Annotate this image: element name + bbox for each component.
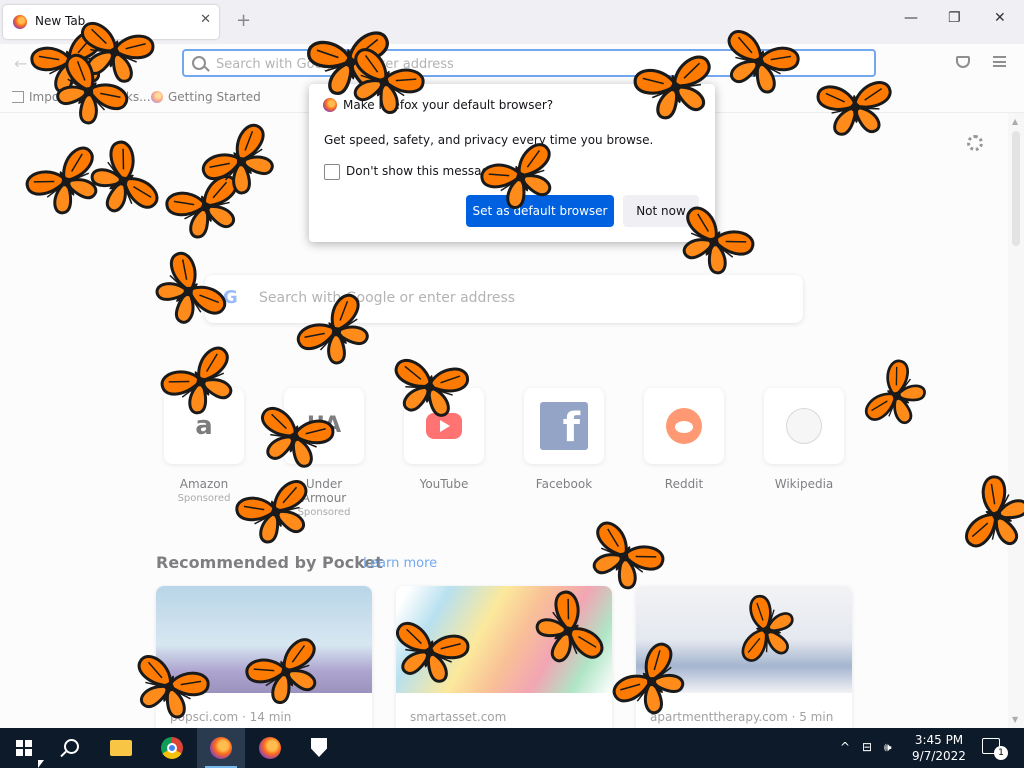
butterfly-screensaver (22, 19, 1024, 727)
network-icon[interactable]: ⊟ (862, 740, 872, 754)
taskbar: ^ ⊟ 🕪 3:45 PM 9/7/2022 1 (0, 728, 1024, 768)
butterfly-icon (714, 27, 803, 101)
volume-icon[interactable]: 🕪 (884, 740, 892, 755)
butterfly-icon (962, 472, 1024, 561)
folder-icon (110, 740, 132, 756)
butterfly-icon (608, 638, 697, 727)
butterfly-icon (124, 652, 213, 726)
search-icon (64, 739, 79, 754)
taskbar-firefox[interactable] (246, 728, 294, 768)
notification-count-badge: 1 (994, 746, 1008, 760)
taskbar-windows-security[interactable] (295, 728, 343, 768)
clock-time: 3:45 PM (914, 733, 964, 747)
mouse-cursor-icon (38, 760, 44, 768)
butterfly-icon (388, 357, 471, 421)
butterfly-icon (232, 477, 321, 551)
butterfly-icon (861, 356, 935, 438)
butterfly-icon (292, 289, 383, 377)
butterfly-icon (143, 247, 231, 338)
butterfly-icon (477, 139, 567, 218)
butterfly-icon (386, 619, 472, 688)
butterfly-icon (157, 342, 247, 424)
tray-chevron-icon[interactable]: ^ (840, 740, 850, 754)
firefox-icon (210, 737, 232, 759)
butterfly-icon (815, 80, 895, 138)
taskbar-chrome[interactable] (148, 728, 196, 768)
chrome-icon (161, 737, 183, 759)
butterfly-icon (81, 137, 163, 227)
butterfly-icon (578, 517, 668, 599)
firefox-icon (259, 737, 281, 759)
shield-icon (311, 738, 327, 757)
taskbar-file-explorer[interactable] (98, 728, 146, 768)
taskbar-search-button[interactable] (48, 728, 96, 768)
butterfly-icon (526, 587, 608, 677)
clock-date: 9/7/2022 (912, 749, 966, 763)
windows-logo-icon (16, 740, 32, 756)
butterfly-icon (740, 593, 797, 668)
butterfly-icon (631, 53, 721, 125)
butterfly-icon (251, 404, 337, 473)
taskbar-firefox-active[interactable] (197, 728, 245, 768)
butterfly-icon (668, 202, 758, 284)
taskbar-clock[interactable]: 3:45 PM 9/7/2022 (906, 732, 972, 764)
butterfly-icon (242, 634, 332, 713)
